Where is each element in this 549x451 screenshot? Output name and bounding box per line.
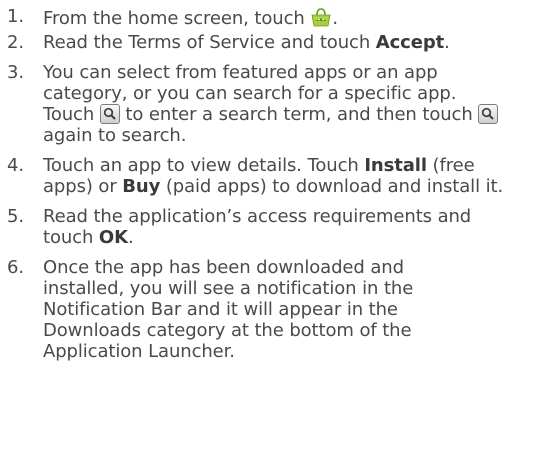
step-text-end: again to search. (43, 125, 187, 146)
step-number: 1. (7, 6, 24, 27)
step-text: Once the app has been downloaded and ins… (43, 257, 414, 362)
install-label: Install (364, 155, 427, 176)
instruction-steps: 1. From the home screen, touch . 2. Read… (0, 0, 549, 362)
ok-label: OK (98, 227, 128, 248)
search-icon (478, 104, 499, 124)
step-number: 2. (7, 32, 24, 53)
step-text-end: . (444, 32, 450, 53)
step-6: 6. Once the app has been downloaded and … (0, 257, 488, 362)
step-text-continued: to enter a search term, and then touch (125, 104, 473, 125)
step-text-end: (paid apps) to download and install it. (160, 176, 504, 197)
buy-label: Buy (122, 176, 161, 197)
step-text: Touch an app to view details. Touch (43, 155, 365, 176)
step-3: 3. You can select from featured apps or … (0, 62, 513, 146)
step-number: 3. (7, 62, 24, 83)
accept-label: Accept (375, 32, 445, 53)
step-text-end: . (127, 227, 134, 248)
step-text: Read the Terms of Service and touch (43, 32, 376, 53)
step-number: 5. (7, 206, 24, 227)
android-market-icon (310, 6, 332, 28)
step-2: 2. Read the Terms of Service and touch A… (0, 32, 549, 53)
step-text: From the home screen, touch (43, 8, 305, 29)
step-number: 4. (7, 155, 24, 176)
step-5: 5. Read the application’s access require… (0, 206, 493, 248)
search-icon (99, 104, 120, 124)
step-4: 4. Touch an app to view details. Touch I… (0, 155, 513, 197)
step-text-end: . (332, 8, 338, 29)
step-number: 6. (7, 257, 24, 278)
step-1: 1. From the home screen, touch . (0, 6, 523, 29)
